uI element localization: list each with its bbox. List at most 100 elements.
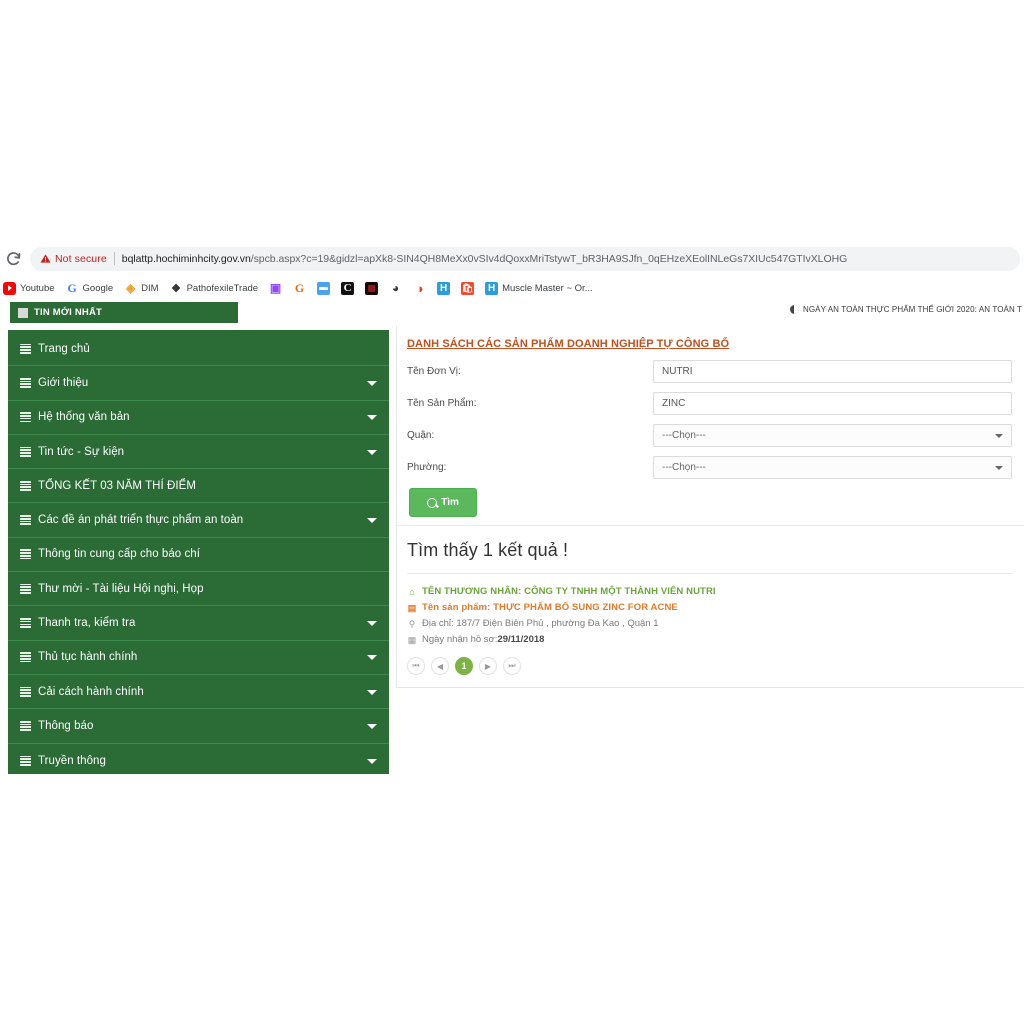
result-date: ▦ Ngày nhận hồ sơ: 29/11/2018: [407, 634, 1012, 646]
sidebar-item-thu-tuc-hanh-chinh[interactable]: Thủ tục hành chính: [8, 640, 389, 675]
sidebar-item-label: Trang chủ: [38, 342, 90, 355]
sidebar-item-label: Thông báo: [38, 719, 94, 732]
chevron-down-icon[interactable]: [367, 380, 377, 386]
bookmark-dim[interactable]: ◈ DIM: [124, 279, 159, 297]
sidebar-item-label: TỔNG KẾT 03 NĂM THÍ ĐIỂM: [38, 479, 196, 492]
blue-bar-icon: [317, 281, 331, 295]
chevron-down-icon[interactable]: [367, 449, 377, 455]
form-row-ten-san-pham: Tên Sản Phẩm: ZINC: [407, 392, 1012, 415]
sidebar-item-cac-de-an-phat-trien[interactable]: Các đề án phát triển thực phẩm an toàn: [8, 503, 389, 538]
field-label: Tên Đơn Vị:: [407, 366, 461, 377]
bookmark-darkcircle[interactable]: ◕: [389, 279, 402, 297]
pagination-last[interactable]: ⏭: [503, 657, 521, 675]
marquee-banner: NGÀY AN TOÀN THỰC PHẨM THẾ GIỚI 2020: AN…: [789, 305, 1022, 314]
bookmark-musclemaster[interactable]: H Muscle Master ~ Or...: [485, 279, 593, 297]
chevron-down-icon[interactable]: [367, 758, 377, 764]
result-row[interactable]: ⌂ TÊN THƯƠNG NHÂN: CÔNG TY TNHH MỘT THÀN…: [407, 573, 1012, 675]
bookmark-shopee[interactable]: 🛍: [461, 279, 475, 297]
chevron-down-icon[interactable]: [367, 621, 377, 627]
list-icon: [20, 515, 31, 526]
bookmark-c[interactable]: C: [341, 279, 355, 297]
pagination-first[interactable]: ⏮: [407, 657, 425, 675]
shopee-icon: 🛍: [461, 281, 475, 295]
sidebar-item-thanh-tra-kiem-tra[interactable]: Thanh tra, kiểm tra: [8, 606, 389, 641]
g2a-icon: G: [294, 281, 305, 295]
search-form: Tên Đơn Vị: NUTRI Tên Sản Phẩm: ZINC Quậ…: [397, 350, 1024, 526]
bookmark-google[interactable]: G Google: [66, 279, 113, 297]
url-path: /spcb.aspx?c=19&gidzl=apXk8-SIN4QH8MeXx0…: [250, 252, 848, 265]
result-product-text: Tên sản phẩm: THỰC PHẨM BỔ SUNG ZINC FOR…: [422, 602, 678, 613]
bookmark-youtube[interactable]: Youtube: [3, 279, 55, 297]
pagination-prev[interactable]: ◀: [431, 657, 449, 675]
sidebar-item-label: Hệ thống văn bản: [38, 411, 130, 424]
form-row-quan: Quận: ---Chọn---: [407, 424, 1012, 447]
google-icon: G: [67, 281, 77, 295]
bookmark-opera[interactable]: ◑: [413, 279, 427, 297]
bookmark-darkred[interactable]: [365, 279, 379, 297]
bookmark-label: DIM: [141, 282, 159, 294]
chevron-down-icon[interactable]: [367, 689, 377, 695]
sidebar-item-thong-bao[interactable]: Thông báo: [8, 709, 389, 744]
bookmark-blue[interactable]: [317, 279, 331, 297]
sidebar-item-label: Tin tức - Sự kiện: [38, 445, 125, 458]
list-icon: [20, 480, 31, 491]
bookmark-label: PathofexileTrade: [186, 282, 259, 294]
sidebar-item-trang-chu[interactable]: Trang chủ: [8, 332, 389, 367]
bookmark-twitch[interactable]: ▣: [269, 279, 282, 297]
pagination-page-1[interactable]: 1: [455, 657, 473, 675]
field-value: NUTRI: [662, 366, 693, 377]
pagination: ⏮ ◀ 1 ▶ ⏭: [407, 657, 1012, 675]
omnibox-row: Not secure bqlattp.hochiminhcity.gov.vn/…: [0, 240, 1024, 277]
sidebar-item-truyen-thong[interactable]: Truyền thông: [8, 743, 389, 774]
magnifier-icon: [427, 497, 438, 508]
sidebar-item-thu-moi-tai-lieu[interactable]: Thư mời - Tài liệu Hội nghị, Họp: [8, 572, 389, 607]
search-button[interactable]: Tìm: [409, 488, 477, 517]
bookmark-pathofexiletrade[interactable]: ❖ PathofexileTrade: [170, 279, 258, 297]
phuong-select[interactable]: ---Chọn---: [653, 456, 1012, 479]
field-value: ---Chọn---: [662, 462, 706, 473]
sidebar-item-tong-ket-03-nam-thi-diem[interactable]: TỔNG KẾT 03 NĂM THÍ ĐIỂM: [8, 469, 389, 504]
chevron-down-icon: [995, 433, 1003, 438]
bookmark-h1[interactable]: H: [437, 279, 451, 297]
list-icon: [20, 549, 31, 560]
result-address-text: Địa chỉ: 187/7 Điện Biên Phủ , phường Đa…: [422, 618, 659, 629]
web-page: TIN MỚI NHẤT NGÀY AN TOÀN THỰC PHẨM THẾ …: [0, 302, 1024, 774]
chevron-down-icon[interactable]: [367, 415, 377, 421]
sidebar-item-gioi-thieu[interactable]: Giới thiệu: [8, 366, 389, 401]
sidebar-item-he-thong-van-ban[interactable]: Hệ thống văn bản: [8, 400, 389, 435]
list-icon: [20, 618, 31, 628]
search-button-label: Tìm: [441, 497, 459, 508]
list-icon: [20, 583, 31, 594]
sidebar-item-tin-tuc-su-kien[interactable]: Tin tức - Sự kiện: [8, 434, 389, 470]
list-icon: [20, 343, 31, 354]
sidebar-item-cai-cach-hanh-chinh[interactable]: Cải cách hành chính: [8, 674, 389, 710]
ten-san-pham-input[interactable]: ZINC: [653, 392, 1012, 415]
sidebar-item-thong-tin-cung-cap-bao-chi[interactable]: Thông tin cung cấp cho báo chí: [8, 537, 389, 573]
quan-select[interactable]: ---Chọn---: [653, 424, 1012, 447]
sidebar-item-label: Giới thiệu: [38, 376, 89, 389]
address-bar[interactable]: Not secure bqlattp.hochiminhcity.gov.vn/…: [30, 246, 1020, 271]
reload-icon[interactable]: [2, 248, 24, 270]
security-status-label: Not secure: [55, 252, 107, 265]
result-product: ▤ Tên sản phẩm: THỰC PHẨM BỔ SUNG ZINC F…: [407, 602, 1012, 614]
bookmark-g2a[interactable]: G: [293, 279, 306, 297]
url-text: bqlattp.hochiminhcity.gov.vn/spcb.aspx?c…: [122, 253, 1010, 265]
chevron-down-icon[interactable]: [367, 655, 377, 661]
field-value: ---Chọn---: [662, 430, 706, 441]
pagination-next[interactable]: ▶: [479, 657, 497, 675]
chevron-down-icon[interactable]: [367, 518, 377, 524]
twitch-icon: ▣: [269, 281, 282, 295]
bookmarks-bar: Youtube G Google ◈ DIM ❖ PathofexileTrad…: [0, 277, 1024, 299]
list-icon: [20, 720, 31, 731]
field-label: Tên Sản Phẩm:: [407, 398, 477, 409]
ten-don-vi-input[interactable]: NUTRI: [653, 360, 1012, 383]
latest-news-tab[interactable]: TIN MỚI NHẤT: [10, 302, 238, 323]
main-content: DANH SÁCH CÁC SẢN PHẨM DOANH NGHIỆP TỰ C…: [396, 326, 1024, 688]
results-area: Tìm thấy 1 kết quả ! ⌂ TÊN THƯƠNG NHÂN: …: [397, 526, 1024, 687]
list-icon: [20, 377, 31, 388]
sidebar-item-label: Thanh tra, kiểm tra: [38, 617, 136, 630]
chevron-down-icon[interactable]: [367, 723, 377, 729]
field-value: ZINC: [662, 398, 686, 409]
sidebar-item-label: Các đề án phát triển thực phẩm an toàn: [38, 514, 244, 527]
bookmark-label: Muscle Master ~ Or...: [502, 282, 593, 294]
